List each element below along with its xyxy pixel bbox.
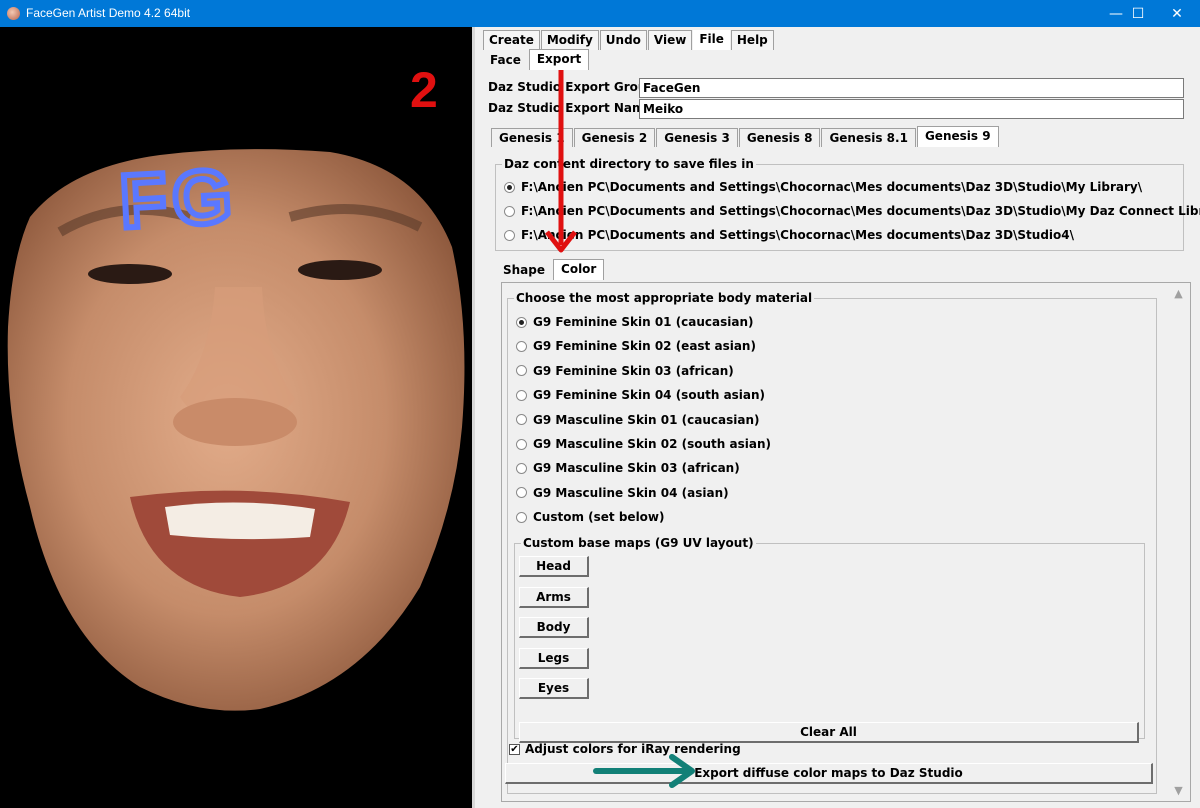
- close-button[interactable]: ✕: [1154, 0, 1200, 27]
- tab-genesis-3[interactable]: Genesis 3: [656, 128, 738, 147]
- content-directory-group: Daz content directory to save files in F…: [495, 157, 1200, 251]
- radio-button[interactable]: [516, 462, 527, 474]
- menu-file[interactable]: File: [693, 30, 730, 50]
- iray-label: Adjust colors for iRay rendering: [525, 742, 741, 756]
- window-title: FaceGen Artist Demo 4.2 64bit: [26, 6, 191, 20]
- body-map-button[interactable]: Body: [519, 617, 589, 638]
- control-panel: Create Modify Undo View File Help Face Export …: [472, 27, 1200, 808]
- tab-export[interactable]: Export: [528, 49, 590, 70]
- export-group-field[interactable]: FaceGen: [639, 78, 1184, 98]
- genesis-tabs: Genesis 1 Genesis 2 Genesis 3 Genesis 8 Gene…: [491, 126, 1000, 147]
- tab-genesis-9[interactable]: Genesis 9: [916, 126, 999, 147]
- nose-tip: [173, 398, 297, 446]
- title-bar: FaceGen Artist Demo 4.2 64bit — ☐ ✕: [0, 0, 1200, 27]
- body-material-option[interactable]: G9 Masculine Skin 01 (caucasian): [516, 413, 759, 427]
- radio-button[interactable]: [516, 365, 527, 377]
- body-material-label: G9 Feminine Skin 02 (east asian): [533, 339, 756, 354]
- tab-genesis-8[interactable]: Genesis 8: [738, 128, 821, 147]
- app-icon[interactable]: [7, 7, 20, 20]
- content-dir-path: F:\Ancien PC\Documents and Settings\Choc…: [521, 228, 1075, 242]
- tab-color[interactable]: Color: [553, 259, 605, 280]
- shape-color-tabs: Shape Color: [499, 259, 605, 280]
- body-material-label: G9 Feminine Skin 03 (african): [533, 363, 734, 378]
- body-material-label: Custom (set below): [533, 510, 665, 525]
- content-dir-option[interactable]: F:\Ancien PC\Documents and Settings\Choc…: [504, 228, 1074, 242]
- step-number-annotation: 2: [410, 62, 438, 118]
- arms-map-button[interactable]: Arms: [519, 586, 589, 608]
- radio-button[interactable]: [504, 229, 515, 241]
- forehead-scribble: FG: [118, 154, 240, 245]
- body-material-label: G9 Masculine Skin 03 (african): [533, 461, 740, 476]
- legs-map-button[interactable]: Legs: [519, 647, 589, 669]
- vertical-scrollbar[interactable]: ▲ ▼: [1170, 283, 1187, 801]
- 3d-viewport[interactable]: 2 FG: [0, 27, 472, 808]
- radio-button[interactable]: [516, 389, 527, 401]
- eyes-map-button[interactable]: Eyes: [519, 678, 589, 699]
- main-menu: Create Modify Undo View File Help: [483, 30, 775, 50]
- menu-undo[interactable]: Undo: [599, 30, 647, 50]
- content-dir-option[interactable]: F:\Ancien PC\Documents and Settings\Choc…: [504, 204, 1200, 218]
- body-material-option[interactable]: G9 Masculine Skin 03 (african): [516, 461, 740, 475]
- color-tab-page: Choose the most appropriate body materia…: [501, 282, 1191, 802]
- radio-button[interactable]: [516, 487, 527, 499]
- tab-genesis-2[interactable]: Genesis 2: [573, 128, 656, 147]
- custom-maps-title: Custom base maps (G9 UV layout): [521, 536, 756, 550]
- export-group-label: Daz Studio Export Group:: [488, 80, 660, 94]
- radio-button[interactable]: [504, 205, 515, 217]
- teeth: [165, 502, 315, 540]
- right-eye: [298, 260, 382, 280]
- content-directory-title: Daz content directory to save files in: [502, 157, 756, 171]
- radio-button[interactable]: [516, 340, 527, 352]
- iray-checkbox-row[interactable]: ✔ Adjust colors for iRay rendering: [509, 742, 741, 756]
- tab-shape[interactable]: Shape: [499, 261, 552, 280]
- tab-genesis-8-1[interactable]: Genesis 8.1: [821, 128, 916, 147]
- clear-all-button[interactable]: Clear All: [519, 722, 1139, 743]
- radio-button[interactable]: [516, 438, 527, 450]
- body-material-label: G9 Masculine Skin 02 (south asian): [533, 437, 771, 451]
- body-material-option[interactable]: G9 Feminine Skin 02 (east asian): [516, 339, 756, 353]
- scroll-down-icon[interactable]: ▼: [1170, 782, 1187, 799]
- body-material-option[interactable]: G9 Masculine Skin 02 (south asian): [516, 437, 771, 451]
- export-diffuse-button[interactable]: Export diffuse color maps to Daz Studio: [505, 763, 1153, 784]
- menu-create[interactable]: Create: [483, 30, 540, 50]
- body-material-group: Choose the most appropriate body materia…: [505, 291, 1157, 794]
- body-material-title: Choose the most appropriate body materia…: [514, 291, 815, 305]
- radio-button[interactable]: [516, 316, 527, 328]
- menu-help[interactable]: Help: [730, 30, 774, 50]
- radio-button[interactable]: [504, 181, 515, 193]
- body-material-label: G9 Feminine Skin 01 (caucasian): [533, 315, 754, 329]
- tab-face[interactable]: Face: [483, 51, 528, 70]
- body-material-label: G9 Masculine Skin 04 (asian): [533, 485, 729, 500]
- body-material-option[interactable]: G9 Feminine Skin 04 (south asian): [516, 388, 765, 402]
- content-dir-path: F:\Ancien PC\Documents and Settings\Choc…: [521, 180, 1143, 194]
- body-material-option[interactable]: G9 Masculine Skin 04 (asian): [516, 486, 729, 500]
- radio-button[interactable]: [516, 414, 527, 426]
- content-dir-path: F:\Ancien PC\Documents and Settings\Choc…: [521, 204, 1200, 218]
- menu-modify[interactable]: Modify: [540, 30, 599, 50]
- head-map-button[interactable]: Head: [519, 556, 589, 577]
- custom-maps-group: Custom base maps (G9 UV layout) Clear Al…: [514, 536, 1145, 743]
- body-material-label: G9 Feminine Skin 04 (south asian): [533, 388, 766, 403]
- iray-checkbox[interactable]: ✔: [509, 743, 520, 755]
- scroll-up-icon[interactable]: ▲: [1170, 285, 1187, 302]
- export-name-field[interactable]: Meiko: [639, 99, 1184, 119]
- face-render: 2 FG: [7, 62, 465, 711]
- export-name-label: Daz Studio Export Name:: [488, 101, 658, 115]
- face-export-tabs: Face Export: [483, 49, 590, 70]
- left-eye: [88, 264, 172, 284]
- radio-button[interactable]: [516, 511, 527, 523]
- body-material-option[interactable]: G9 Feminine Skin 01 (caucasian): [516, 315, 754, 329]
- menu-view[interactable]: View: [647, 30, 693, 50]
- body-material-option[interactable]: G9 Feminine Skin 03 (african): [516, 364, 734, 378]
- content-dir-option[interactable]: F:\Ancien PC\Documents and Settings\Choc…: [504, 180, 1142, 194]
- tab-genesis-1[interactable]: Genesis 1: [491, 128, 573, 147]
- body-material-label: G9 Masculine Skin 01 (caucasian): [533, 412, 760, 427]
- body-material-option[interactable]: Custom (set below): [516, 510, 665, 524]
